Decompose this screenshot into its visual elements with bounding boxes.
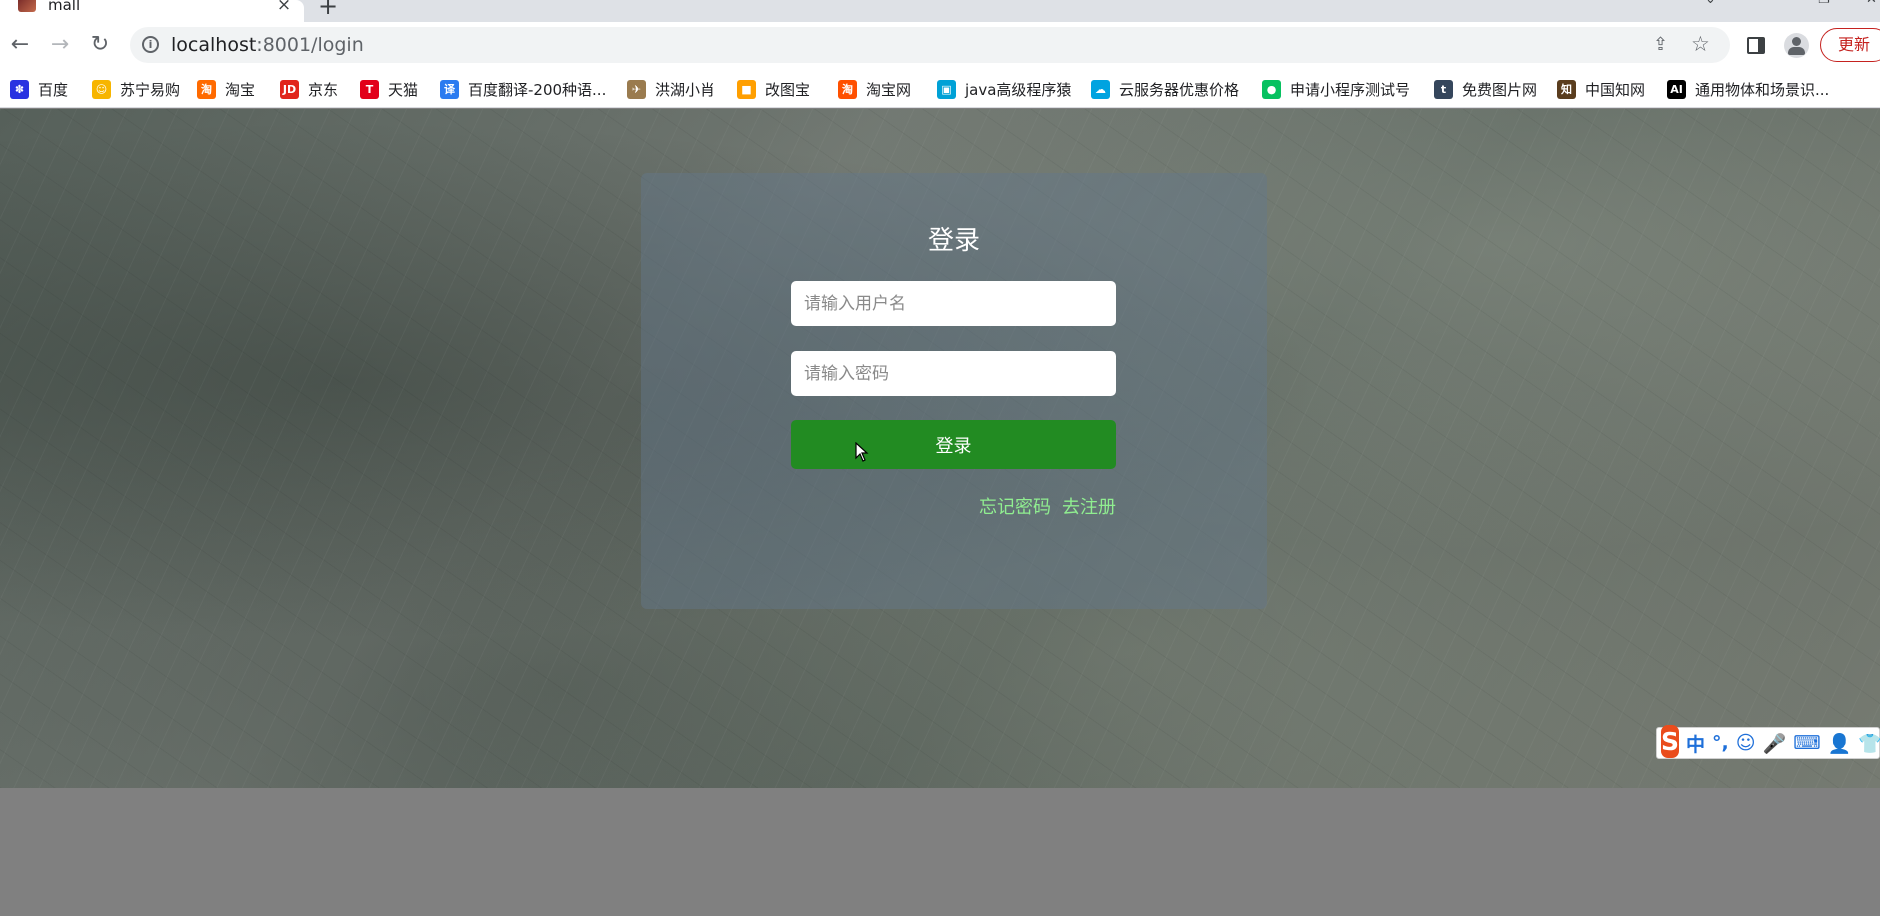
login-links: 忘记密码 去注册 <box>968 493 1116 519</box>
bookmark-label: 云服务器优惠价格 <box>1119 80 1240 99</box>
bookmark-label: 京东 <box>308 80 339 99</box>
cnki-icon: 知 <box>1557 79 1576 99</box>
punctuation-icon[interactable]: °, <box>1712 732 1729 754</box>
bookmark-item[interactable]: T 天猫 <box>360 78 418 100</box>
url-host: localhost <box>171 34 257 56</box>
taobao-net-icon: 淘 <box>838 79 857 99</box>
bookmark-label: 淘宝 <box>225 80 256 99</box>
share-icon[interactable]: ⇪ <box>1653 34 1668 55</box>
login-button[interactable]: 登录 <box>791 420 1116 469</box>
bookmark-item[interactable]: ☺ 苏宁易购 <box>92 78 180 100</box>
bookmark-label: 淘宝网 <box>866 80 912 99</box>
new-tab-button[interactable]: + <box>318 0 338 20</box>
gaitubao-icon: ■ <box>737 79 756 99</box>
user-icon[interactable]: 👤 <box>1828 732 1852 755</box>
bookmark-label: 百度 <box>38 80 69 99</box>
baidu-icon: ✽ <box>10 79 29 99</box>
login-card: 登录 登录 忘记密码去注册 <box>641 173 1267 609</box>
password-input[interactable] <box>791 351 1116 396</box>
baidu-translate-icon: 译 <box>440 79 459 99</box>
tab-close-icon[interactable]: × <box>275 0 293 15</box>
url-path: :8001/login <box>256 34 364 56</box>
register-link[interactable]: 去注册 <box>1062 497 1116 518</box>
update-button[interactable]: 更新 <box>1820 28 1880 62</box>
back-button[interactable]: ← <box>7 32 33 58</box>
emoji-icon[interactable]: ☺ <box>1736 732 1756 754</box>
bilibili-icon: ▣ <box>937 79 956 99</box>
tab-title: mall <box>48 0 81 14</box>
bookmark-label: 通用物体和场景识... <box>1695 80 1830 99</box>
bookmark-item[interactable]: ■ 改图宝 <box>737 78 810 100</box>
bookmarks-bar: ✽ 百度 ☺ 苏宁易购淘淘宝 JD 京东 T 天猫译百度翻译-200种语... ✈ 洪湖小肖 ■ 改图… <box>0 70 1880 108</box>
restore-icon[interactable]: ❐ <box>1818 0 1830 7</box>
profile-avatar-icon[interactable] <box>1784 33 1809 58</box>
wechat-icon: ● <box>1262 79 1281 99</box>
tab-search-icon[interactable]: ⌄ <box>1705 0 1716 7</box>
bookmark-label: 免费图片网 <box>1462 80 1538 99</box>
side-panel-icon[interactable] <box>1747 37 1765 54</box>
tmall-icon: T <box>360 79 379 99</box>
suning-icon: ☺ <box>92 79 111 99</box>
address-bar[interactable]: i localhost:8001/login ⇪ ☆ <box>130 27 1730 63</box>
bookmark-item[interactable]: ☁ 云服务器优惠价格 <box>1091 78 1239 100</box>
empty-area <box>0 788 1880 916</box>
bookmark-label: 百度翻译-200种语... <box>468 80 607 99</box>
jd-icon: JD <box>280 79 299 99</box>
bookmark-item[interactable]: 淘淘宝 <box>197 78 255 100</box>
reload-button[interactable]: ↻ <box>87 32 113 58</box>
tab-strip: mall × + ⌄ ❐ ✕ <box>0 0 1880 22</box>
bookmark-item[interactable]: JD 京东 <box>280 78 338 100</box>
bookmark-label: 改图宝 <box>765 80 811 99</box>
bookmark-item[interactable]: 译百度翻译-200种语... <box>440 78 606 100</box>
forgot-password-link[interactable]: 忘记密码 <box>979 497 1051 518</box>
login-page: 登录 登录 忘记密码去注册 <box>0 109 1880 788</box>
taobao-icon: 淘 <box>197 79 216 99</box>
ime-toolbar[interactable]: S 中 °, ☺ 🎤 ⌨ 👤 👕 <box>1656 724 1880 759</box>
bookmark-label: 苏宁易购 <box>120 80 181 99</box>
bookmark-item[interactable]: ✽ 百度 <box>10 78 68 100</box>
forward-button[interactable]: → <box>47 32 73 58</box>
bookmark-label: 洪湖小肖 <box>655 80 716 99</box>
chinese-mode-icon[interactable]: 中 <box>1686 730 1705 757</box>
browser-tab[interactable]: mall × <box>0 0 304 22</box>
bookmark-item[interactable]: t 免费图片网 <box>1434 78 1537 100</box>
skin-icon[interactable]: 👕 <box>1858 732 1880 755</box>
keyboard-icon[interactable]: ⌨ <box>1793 732 1820 754</box>
url-text[interactable]: localhost:8001/login <box>171 34 364 56</box>
bookmark-item[interactable]: 知中国知网 <box>1557 78 1645 100</box>
window-close-icon[interactable]: ✕ <box>1866 0 1877 7</box>
bookmark-item[interactable]: ● 申请小程序测试号 <box>1262 78 1410 100</box>
bookmark-label: 天猫 <box>388 80 419 99</box>
username-input[interactable] <box>791 281 1116 326</box>
bookmark-label: java高级程序猿 <box>965 80 1072 99</box>
sogou-logo-icon[interactable]: S <box>1661 724 1680 758</box>
tumblr-icon: t <box>1434 79 1453 99</box>
favicon-icon <box>18 0 36 12</box>
bookmark-star-icon[interactable]: ☆ <box>1691 32 1710 56</box>
bookmark-item[interactable]: ✈ 洪湖小肖 <box>627 78 715 100</box>
bookmark-label: 申请小程序测试号 <box>1290 80 1411 99</box>
login-title: 登录 <box>927 226 980 256</box>
browser-toolbar: ← → ↻ i localhost:8001/login ⇪ ☆ 更新 <box>0 22 1880 70</box>
cloud-icon: ☁ <box>1091 79 1110 99</box>
bookmark-label: 中国知网 <box>1585 80 1646 99</box>
site-info-icon[interactable]: i <box>142 36 159 53</box>
bookmark-item[interactable]: 淘淘宝网 <box>838 78 911 100</box>
bookmark-item[interactable]: ▣ java高级程序猿 <box>937 78 1071 100</box>
bird-icon: ✈ <box>627 79 646 99</box>
bookmark-item[interactable]: AI 通用物体和场景识... <box>1667 78 1829 100</box>
microphone-icon[interactable]: 🎤 <box>1763 732 1787 755</box>
ai-icon: AI <box>1667 79 1686 99</box>
